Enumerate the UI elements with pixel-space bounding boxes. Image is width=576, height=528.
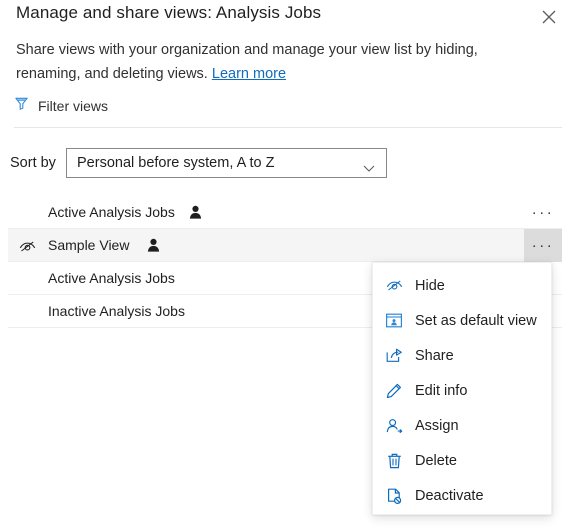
chevron-down-icon bbox=[363, 160, 375, 178]
manage-views-dialog: Manage and share views: Analysis Jobs Sh… bbox=[0, 0, 576, 528]
sort-by-row: Sort by Personal before system, A to Z bbox=[10, 148, 387, 178]
filter-views-label: Filter views bbox=[38, 98, 109, 114]
menu-item-label: Hide bbox=[415, 277, 445, 294]
view-name: Active Analysis Jobs bbox=[48, 270, 175, 286]
sort-by-label: Sort by bbox=[10, 155, 56, 171]
page-title: Manage and share views: Analysis Jobs bbox=[16, 3, 322, 22]
personal-view-person-icon bbox=[187, 204, 203, 220]
menu-item-label: Delete bbox=[415, 452, 457, 469]
filter-funnel-icon bbox=[14, 96, 29, 116]
menu-item-share[interactable]: Share bbox=[373, 338, 551, 373]
menu-item-label: Edit info bbox=[415, 382, 468, 399]
menu-item-label: Assign bbox=[415, 417, 459, 434]
personal-view-person-icon bbox=[145, 237, 161, 253]
menu-item-assign[interactable]: Assign bbox=[373, 408, 551, 443]
close-icon bbox=[542, 10, 556, 24]
menu-item-label: Share bbox=[415, 347, 454, 364]
dialog-description: Share views with your organization and m… bbox=[16, 38, 544, 86]
document-deactivate-icon bbox=[383, 486, 405, 506]
pencil-icon bbox=[383, 381, 405, 401]
menu-item-set-as-default-view[interactable]: Set as default view bbox=[373, 303, 551, 338]
row-more-button[interactable]: ··· bbox=[524, 196, 562, 229]
row-context-menu: Hide Set as default view Share Edit info… bbox=[372, 262, 552, 515]
menu-item-hide[interactable]: Hide bbox=[373, 268, 551, 303]
learn-more-link[interactable]: Learn more bbox=[212, 66, 286, 82]
view-name: Inactive Analysis Jobs bbox=[48, 303, 185, 319]
view-name: Sample View bbox=[48, 237, 130, 253]
close-button[interactable] bbox=[536, 4, 562, 30]
share-arrow-icon bbox=[383, 346, 405, 366]
table-row[interactable]: Sample View ··· bbox=[8, 229, 562, 262]
header-divider bbox=[14, 127, 562, 128]
row-more-button[interactable]: ··· bbox=[524, 229, 562, 262]
menu-item-label: Deactivate bbox=[415, 487, 484, 504]
view-name: Active Analysis Jobs bbox=[48, 204, 175, 220]
dialog-header: Manage and share views: Analysis Jobs bbox=[0, 0, 576, 36]
default-view-card-icon bbox=[383, 311, 405, 331]
filter-views-button[interactable]: Filter views bbox=[14, 96, 108, 116]
menu-item-delete[interactable]: Delete bbox=[373, 443, 551, 478]
table-row[interactable]: Active Analysis Jobs ··· bbox=[8, 196, 562, 229]
eye-slash-icon bbox=[18, 237, 36, 255]
menu-item-deactivate[interactable]: Deactivate bbox=[373, 478, 551, 513]
menu-item-label: Set as default view bbox=[415, 312, 537, 329]
menu-item-edit-info[interactable]: Edit info bbox=[373, 373, 551, 408]
trash-icon bbox=[383, 451, 405, 471]
person-assign-icon bbox=[383, 416, 405, 436]
sort-by-select[interactable]: Personal before system, A to Z bbox=[66, 148, 387, 178]
eye-slash-icon bbox=[383, 276, 405, 296]
sort-by-value: Personal before system, A to Z bbox=[77, 155, 275, 171]
